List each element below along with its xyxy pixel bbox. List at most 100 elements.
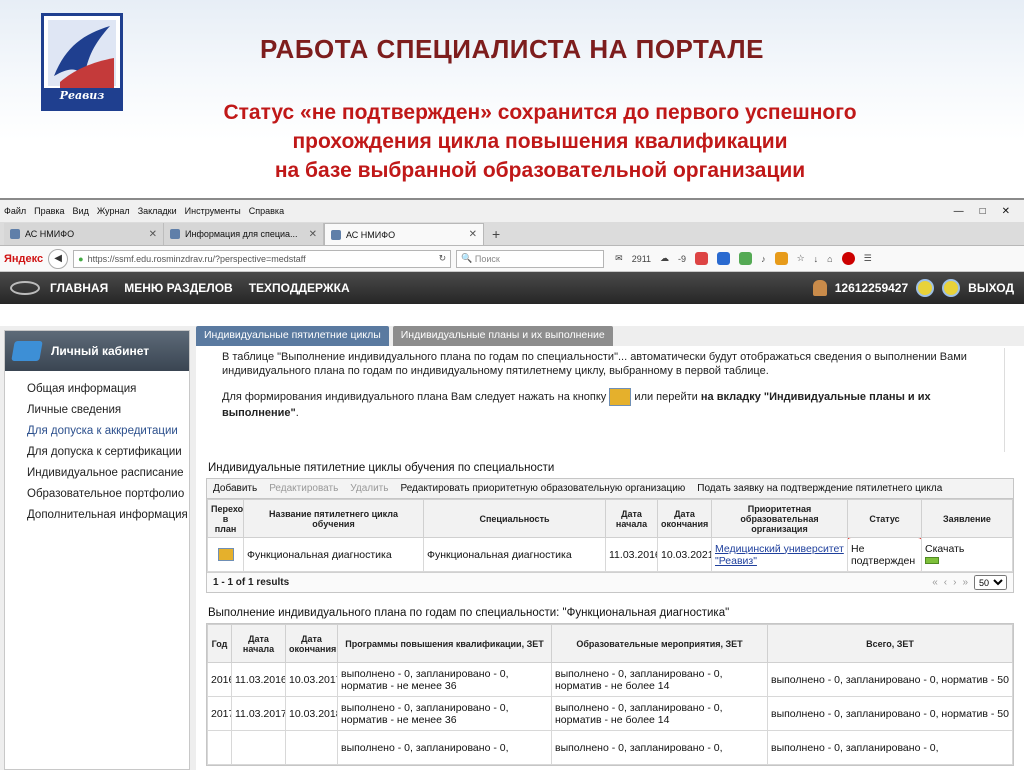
- user-id: 12612259427: [834, 281, 909, 295]
- minimize-icon[interactable]: —: [954, 206, 964, 217]
- plan-section-title: Выполнение индивидуального плана по года…: [208, 607, 730, 619]
- programs-cell: выполнено - 0, запланировано - 0, нормат…: [337, 662, 552, 697]
- table-row[interactable]: 2016 11.03.2016 10.03.2017 выполнено - 0…: [207, 662, 1013, 697]
- column-header[interactable]: Программы повышения квалификации, ЗЕТ: [337, 624, 552, 663]
- subtitle-line: на базе выбранной образовательной органи…: [274, 159, 806, 182]
- table-row[interactable]: Функциональная диагностика Функциональна…: [207, 537, 1013, 572]
- delete-button[interactable]: Удалить: [350, 483, 388, 494]
- edit-button[interactable]: Редактировать: [269, 483, 338, 494]
- close-tab-icon[interactable]: ✕: [469, 229, 477, 240]
- table-row[interactable]: выполнено - 0, запланировано - 0, выполн…: [207, 730, 1013, 765]
- start-date-cell: 11.03.2016: [605, 537, 658, 572]
- info-scrollbar[interactable]: [1004, 348, 1014, 452]
- browser-tab[interactable]: АС НМИФО ✕: [4, 223, 164, 245]
- column-header[interactable]: Дата начала: [231, 624, 286, 663]
- close-tab-icon[interactable]: ✕: [149, 229, 157, 240]
- column-header[interactable]: Заявление: [921, 499, 1013, 538]
- sound-icon[interactable]: ♪: [761, 254, 766, 264]
- zoom-in-icon[interactable]: [916, 279, 935, 297]
- home-icon[interactable]: ⌂: [827, 254, 832, 264]
- download-button-icon[interactable]: [925, 557, 939, 565]
- org-link[interactable]: Медицинский университет "Реавиз": [715, 543, 844, 567]
- column-header[interactable]: Дата окончания: [657, 499, 712, 538]
- menu-help[interactable]: Справка: [249, 206, 284, 216]
- menu-file[interactable]: Файл: [4, 206, 26, 216]
- column-header[interactable]: Дата окончания: [285, 624, 338, 663]
- submit-confirmation-button[interactable]: Подать заявку на подтверждение пятилетне…: [697, 483, 942, 494]
- ext-icon[interactable]: [695, 252, 709, 265]
- close-window-icon[interactable]: ✕: [1002, 206, 1010, 217]
- cycle-name-cell: Функциональная диагностика: [243, 537, 424, 572]
- next-page-icon[interactable]: ›: [953, 577, 956, 588]
- nav-support[interactable]: ТЕХПОДДЕРЖКА: [249, 281, 350, 295]
- column-header[interactable]: Название пятилетнего цикла обучения: [243, 499, 424, 538]
- sidebar-item-accreditation[interactable]: Для допуска к аккредитации: [27, 421, 189, 442]
- table-row[interactable]: 2017 11.03.2017 10.03.2018 выполнено - 0…: [207, 696, 1013, 731]
- info-text-part: .: [295, 407, 299, 419]
- sidebar-item-schedule[interactable]: Индивидуальное расписание: [27, 463, 189, 484]
- nav-sections-menu[interactable]: МЕНЮ РАЗДЕЛОВ: [124, 281, 232, 295]
- tab-bar: АС НМИФО ✕ Информация для специа... ✕ АС…: [0, 222, 1024, 246]
- sidebar-item-certification[interactable]: Для допуска к сертификации: [27, 442, 189, 463]
- end-date-cell: [285, 730, 338, 765]
- column-header[interactable]: Дата начала: [605, 499, 658, 538]
- column-header[interactable]: Перехо в план: [207, 499, 244, 538]
- menu-edit[interactable]: Правка: [34, 206, 64, 216]
- tab-individual-plans[interactable]: Индивидуальные планы и их выполнение: [392, 326, 613, 346]
- back-icon[interactable]: ◀: [48, 248, 69, 269]
- weather-icon[interactable]: ☁: [660, 253, 669, 264]
- site-favicon-icon: [10, 229, 20, 239]
- total-cell: выполнено - 0, запланировано - 0,: [767, 730, 1013, 765]
- book-icon: [11, 341, 43, 361]
- new-tab-icon[interactable]: +: [484, 223, 508, 245]
- sidebar-item-personal-info[interactable]: Личные сведения: [27, 400, 189, 421]
- search-input[interactable]: 🔍 Поиск: [456, 249, 605, 268]
- portal-page: Личный кабинет Общая информация Личные с…: [0, 326, 1024, 770]
- ext-icon[interactable]: [774, 252, 788, 265]
- browser-tab-active[interactable]: АС НМИФО ✕: [324, 223, 484, 245]
- edit-priority-org-button[interactable]: Редактировать приоритетную образовательн…: [400, 483, 685, 494]
- browser-tab[interactable]: Информация для специа... ✕: [164, 223, 324, 245]
- last-page-icon[interactable]: »: [962, 577, 968, 588]
- column-header[interactable]: Приоритетная образовательная организация: [711, 499, 848, 538]
- close-tab-icon[interactable]: ✕: [309, 229, 317, 240]
- site-favicon-icon: [331, 229, 341, 240]
- search-icon: 🔍: [461, 253, 475, 263]
- prev-page-icon[interactable]: ‹: [944, 577, 947, 588]
- star-icon[interactable]: ☆: [797, 253, 805, 264]
- add-plan-icon[interactable]: [609, 388, 632, 406]
- zoom-out-icon[interactable]: [942, 279, 961, 297]
- first-page-icon[interactable]: «: [932, 577, 938, 588]
- page-size-select[interactable]: 50: [974, 575, 1007, 590]
- menu-icon[interactable]: ☰: [864, 253, 872, 264]
- sidebar-item-portfolio[interactable]: Образовательное портфолио: [27, 484, 189, 505]
- column-header[interactable]: Статус: [847, 499, 922, 538]
- menu-tools[interactable]: Инструменты: [185, 206, 241, 216]
- address-bar[interactable]: ● https://ssmf.edu.rosminzdrav.ru/?persp…: [73, 249, 452, 268]
- nav-home[interactable]: ГЛАВНАЯ: [50, 281, 108, 295]
- sidebar-item-additional-info[interactable]: Дополнительная информация: [27, 505, 189, 526]
- exit-link[interactable]: ВЫХОД: [968, 281, 1014, 295]
- menu-history[interactable]: Журнал: [97, 206, 130, 216]
- info-paragraph: Для формирования индивидуального плана В…: [222, 388, 994, 420]
- column-header[interactable]: Образовательные мероприятия, ЗЕТ: [551, 624, 768, 663]
- menu-view[interactable]: Вид: [73, 206, 89, 216]
- ext-icon[interactable]: [739, 252, 753, 265]
- tab-label: АС НМИФО: [25, 229, 75, 239]
- reload-icon[interactable]: ↻: [439, 253, 447, 264]
- sidebar-item-general-info[interactable]: Общая информация: [27, 379, 189, 400]
- download-link[interactable]: Скачать: [925, 543, 964, 555]
- add-button[interactable]: Добавить: [213, 483, 257, 494]
- ext-icon[interactable]: [717, 252, 731, 265]
- adblock-icon[interactable]: [841, 252, 855, 265]
- tab-five-year-cycles[interactable]: Индивидуальные пятилетние циклы: [196, 326, 389, 346]
- download-icon[interactable]: ↓: [814, 254, 819, 264]
- column-header[interactable]: Специальность: [423, 499, 606, 538]
- column-header[interactable]: Всего, ЗЕТ: [767, 624, 1013, 663]
- menu-bookmarks[interactable]: Закладки: [138, 206, 177, 216]
- mail-icon[interactable]: ✉: [615, 253, 623, 264]
- site-favicon-icon: [170, 229, 180, 239]
- go-to-plan-icon[interactable]: [217, 548, 234, 561]
- column-header[interactable]: Год: [207, 624, 232, 663]
- maximize-icon[interactable]: □: [980, 206, 986, 217]
